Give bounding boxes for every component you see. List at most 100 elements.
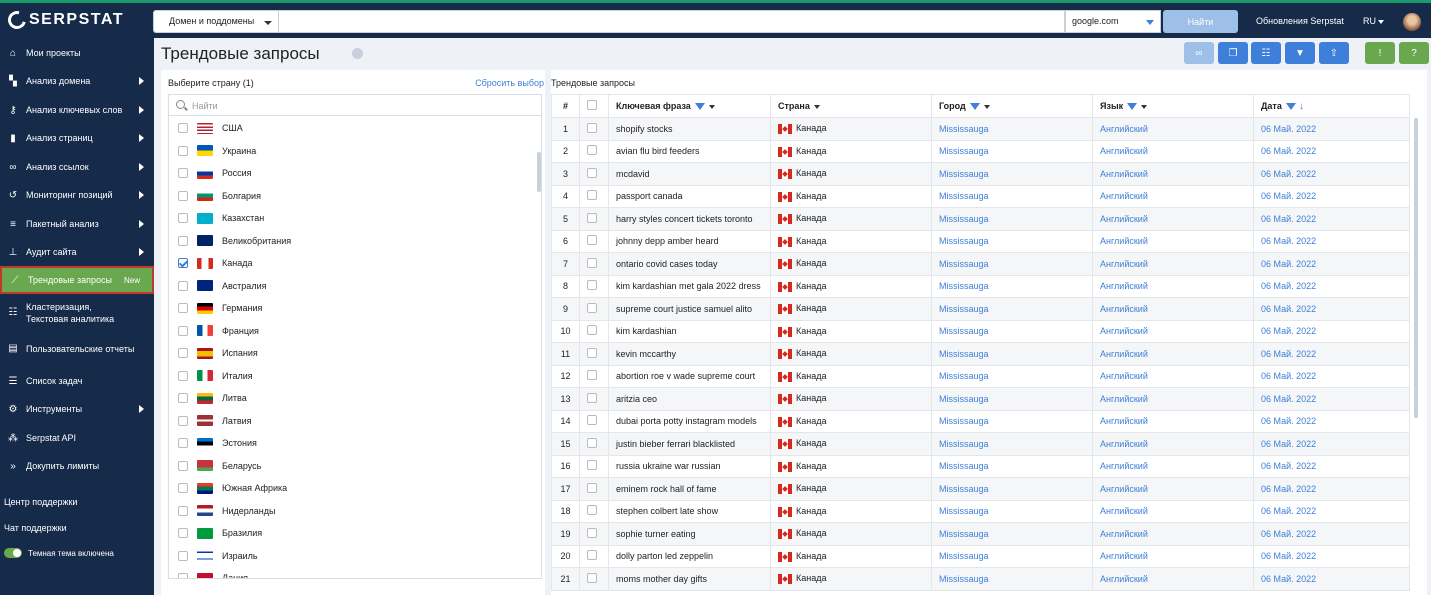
support-chat-link[interactable]: Чат поддержки [4, 523, 67, 533]
country-checkbox[interactable] [178, 145, 188, 156]
keyword-cell[interactable]: ontario covid cases today [608, 252, 771, 276]
col-select-all[interactable] [579, 94, 609, 118]
date-cell[interactable]: 06 Май. 2022 [1253, 139, 1410, 163]
row-select[interactable] [579, 139, 609, 163]
keyword-cell[interactable]: avian flu bird feeders [608, 139, 771, 163]
country-item-ee[interactable]: Эстония [178, 432, 538, 454]
city-cell[interactable]: Mississauga [931, 184, 1093, 208]
row-select[interactable] [579, 319, 609, 343]
country-item-gb[interactable]: Великобритания [178, 230, 538, 252]
city-cell[interactable]: Mississauga [931, 207, 1093, 231]
filter-button[interactable]: ▼ [1285, 42, 1315, 64]
keyword-cell[interactable]: harry styles concert tickets toronto [608, 207, 771, 231]
row-select[interactable] [579, 274, 609, 298]
country-checkbox[interactable] [178, 573, 188, 578]
city-cell[interactable]: Mississauga [931, 319, 1093, 343]
city-cell[interactable]: Mississauga [931, 544, 1093, 568]
country-item-dk[interactable]: Дания [178, 567, 538, 578]
row-checkbox[interactable] [587, 347, 597, 358]
city-cell[interactable]: Mississauga [931, 364, 1093, 388]
feedback-button[interactable]: ! [1365, 42, 1395, 64]
city-cell[interactable]: Mississauga [931, 252, 1093, 276]
row-checkbox[interactable] [587, 415, 597, 426]
keyword-cell[interactable]: supreme court justice samuel alito [608, 297, 771, 321]
col-country[interactable]: Страна [770, 94, 932, 118]
language-cell[interactable]: Английский [1092, 319, 1254, 343]
country-checkbox[interactable] [178, 370, 188, 381]
language-cell[interactable]: Английский [1092, 387, 1254, 411]
row-select[interactable] [579, 409, 609, 433]
row-select[interactable] [579, 387, 609, 411]
row-checkbox[interactable] [587, 482, 597, 493]
language-cell[interactable]: Английский [1092, 252, 1254, 276]
date-cell[interactable]: 06 Май. 2022 [1253, 364, 1410, 388]
keyword-cell[interactable]: kim kardashian met gala 2022 dress [608, 274, 771, 298]
date-cell[interactable]: 06 Май. 2022 [1253, 342, 1410, 366]
country-checkbox[interactable] [178, 483, 188, 493]
row-checkbox[interactable] [587, 527, 597, 538]
date-cell[interactable]: 06 Май. 2022 [1253, 522, 1410, 546]
chevron-down-icon[interactable] [983, 104, 990, 109]
filter-icon[interactable] [969, 103, 980, 111]
row-checkbox[interactable] [587, 257, 597, 268]
country-checkbox[interactable] [178, 393, 188, 403]
keyword-cell[interactable]: dubai porta potty instagram models [608, 409, 771, 433]
country-item-lv[interactable]: Латвия [178, 410, 538, 432]
row-checkbox[interactable] [587, 235, 597, 246]
sidebar-item-10[interactable]: ▤ Пользовательские отчеты [0, 334, 154, 364]
country-item-ru[interactable]: Россия [178, 162, 538, 184]
link-button[interactable]: ∞ [1184, 42, 1214, 64]
city-cell[interactable]: Mississauga [931, 409, 1093, 433]
language-cell[interactable]: Английский [1092, 432, 1254, 456]
row-select[interactable] [579, 117, 609, 141]
find-button[interactable]: Найти [1163, 10, 1238, 33]
sidebar-item-6[interactable]: ≡ Пакетный анализ [0, 214, 154, 234]
country-checkbox[interactable] [178, 190, 188, 201]
sidebar-item-2[interactable]: ⚷ Анализ ключевых слов [0, 100, 154, 120]
language-cell[interactable]: Английский [1092, 117, 1254, 141]
country-item-nl[interactable]: Нидерланды [178, 500, 538, 522]
row-select[interactable] [579, 477, 609, 501]
row-checkbox[interactable] [587, 325, 597, 336]
sort-desc-icon[interactable]: ↓ [1299, 101, 1304, 112]
country-item-by[interactable]: Беларусь [178, 455, 538, 477]
row-checkbox[interactable] [587, 122, 597, 133]
row-select[interactable] [579, 567, 609, 591]
date-cell[interactable]: 06 Май. 2022 [1253, 229, 1410, 253]
country-checkbox[interactable] [178, 438, 188, 448]
language-cell[interactable]: Английский [1092, 162, 1254, 186]
row-select[interactable] [579, 544, 609, 568]
row-checkbox[interactable] [587, 550, 597, 561]
country-checkbox[interactable] [178, 258, 188, 268]
country-checkbox[interactable] [178, 235, 188, 246]
city-cell[interactable]: Mississauga [931, 567, 1093, 591]
row-checkbox[interactable] [587, 145, 597, 156]
country-item-es[interactable]: Испания [178, 342, 538, 364]
row-checkbox[interactable] [587, 190, 597, 201]
country-item-br[interactable]: Бразилия [178, 522, 538, 544]
updates-link[interactable]: Обновления Serpstat [1256, 16, 1344, 26]
chevron-down-icon[interactable] [813, 104, 820, 109]
country-item-ca[interactable]: Канада [178, 252, 538, 274]
filter-icon[interactable] [1285, 102, 1296, 110]
reset-selection-link[interactable]: Сбросить выбор [475, 78, 544, 88]
city-cell[interactable]: Mississauga [931, 117, 1093, 141]
support-center-link[interactable]: Центр поддержки [4, 497, 77, 507]
city-cell[interactable]: Mississauga [931, 499, 1093, 523]
dark-theme-toggle[interactable] [4, 548, 22, 558]
country-item-kz[interactable]: Казахстан [178, 207, 538, 229]
country-checkbox[interactable] [178, 460, 188, 471]
country-checkbox[interactable] [178, 325, 188, 336]
city-cell[interactable]: Mississauga [931, 274, 1093, 298]
date-cell[interactable]: 06 Май. 2022 [1253, 409, 1410, 433]
date-cell[interactable]: 06 Май. 2022 [1253, 454, 1410, 478]
date-cell[interactable]: 06 Май. 2022 [1253, 184, 1410, 208]
row-checkbox[interactable] [587, 212, 597, 223]
language-cell[interactable]: Английский [1092, 139, 1254, 163]
country-checkbox[interactable] [178, 550, 188, 561]
city-cell[interactable]: Mississauga [931, 162, 1093, 186]
date-cell[interactable]: 06 Май. 2022 [1253, 274, 1410, 298]
sidebar-item-13[interactable]: ⁂ Serpstat API [0, 428, 154, 448]
keyword-cell[interactable]: johnny depp amber heard [608, 229, 771, 253]
row-checkbox[interactable] [587, 370, 597, 381]
